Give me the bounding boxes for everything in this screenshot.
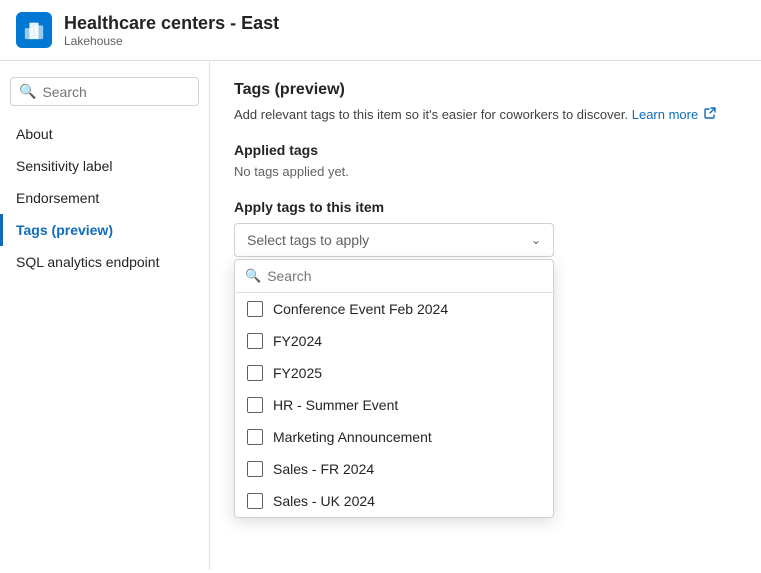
dropdown-search-input[interactable] xyxy=(267,268,543,284)
tag-label-3: HR - Summer Event xyxy=(273,397,398,413)
tag-item-1[interactable]: FY2024 xyxy=(235,325,553,357)
main-layout: 🔍 About Sensitivity label Endorsement Ta… xyxy=(0,61,761,570)
tag-label-1: FY2024 xyxy=(273,333,322,349)
tag-label-5: Sales - FR 2024 xyxy=(273,461,374,477)
page-subtitle: Lakehouse xyxy=(64,34,279,48)
tags-dropdown-container: Select tags to apply ⌄ 🔍 Conference Even… xyxy=(234,223,554,257)
tag-label-0: Conference Event Feb 2024 xyxy=(273,301,448,317)
main-content: Tags (preview) Add relevant tags to this… xyxy=(210,61,761,570)
tag-label-6: Sales - UK 2024 xyxy=(273,493,375,509)
sidebar-item-endorsement[interactable]: Endorsement xyxy=(0,182,209,214)
dropdown-search-box[interactable]: 🔍 xyxy=(235,260,553,293)
tag-checkbox-6[interactable] xyxy=(247,493,263,509)
dropdown-placeholder-text: Select tags to apply xyxy=(247,232,369,248)
app-icon xyxy=(16,12,52,48)
search-icon: 🔍 xyxy=(19,83,36,100)
external-link-icon xyxy=(704,107,716,119)
tag-label-2: FY2025 xyxy=(273,365,322,381)
chevron-down-icon: ⌄ xyxy=(531,233,541,247)
applied-tags-title: Applied tags xyxy=(234,142,737,158)
tag-checkbox-5[interactable] xyxy=(247,461,263,477)
page-header: Healthcare centers - East Lakehouse xyxy=(0,0,761,61)
tag-item-3[interactable]: HR - Summer Event xyxy=(235,389,553,421)
tag-checkbox-2[interactable] xyxy=(247,365,263,381)
no-tags-text: No tags applied yet. xyxy=(234,164,737,179)
learn-more-link[interactable]: Learn more xyxy=(632,107,698,122)
tag-checkbox-0[interactable] xyxy=(247,301,263,317)
header-text-group: Healthcare centers - East Lakehouse xyxy=(64,13,279,48)
dropdown-search-icon: 🔍 xyxy=(245,268,261,284)
tag-item-0[interactable]: Conference Event Feb 2024 xyxy=(235,293,553,325)
tag-item-5[interactable]: Sales - FR 2024 xyxy=(235,453,553,485)
sidebar-item-sensitivity-label[interactable]: Sensitivity label xyxy=(0,150,209,182)
sidebar: 🔍 About Sensitivity label Endorsement Ta… xyxy=(0,61,210,570)
tags-dropdown-panel: 🔍 Conference Event Feb 2024 FY2024 xyxy=(234,259,554,518)
tag-checkbox-3[interactable] xyxy=(247,397,263,413)
sidebar-search-input[interactable] xyxy=(42,84,190,100)
sidebar-item-sql-analytics[interactable]: SQL analytics endpoint xyxy=(0,246,209,278)
dropdown-list: Conference Event Feb 2024 FY2024 FY2025 xyxy=(235,293,553,517)
tag-checkbox-1[interactable] xyxy=(247,333,263,349)
tag-item-4[interactable]: Marketing Announcement xyxy=(235,421,553,453)
sidebar-search-box[interactable]: 🔍 xyxy=(10,77,199,106)
tag-checkbox-4[interactable] xyxy=(247,429,263,445)
apply-tags-title: Apply tags to this item xyxy=(234,199,737,215)
tags-dropdown-trigger[interactable]: Select tags to apply ⌄ xyxy=(234,223,554,257)
tag-label-4: Marketing Announcement xyxy=(273,429,432,445)
sidebar-item-about[interactable]: About xyxy=(0,118,209,150)
section-description: Add relevant tags to this item so it's e… xyxy=(234,107,737,122)
sidebar-item-tags-preview[interactable]: Tags (preview) xyxy=(0,214,209,246)
apply-tags-section: Apply tags to this item Select tags to a… xyxy=(234,199,737,257)
page-title: Healthcare centers - East xyxy=(64,13,279,34)
section-title: Tags (preview) xyxy=(234,81,737,99)
tag-item-6[interactable]: Sales - UK 2024 xyxy=(235,485,553,517)
tag-item-2[interactable]: FY2025 xyxy=(235,357,553,389)
